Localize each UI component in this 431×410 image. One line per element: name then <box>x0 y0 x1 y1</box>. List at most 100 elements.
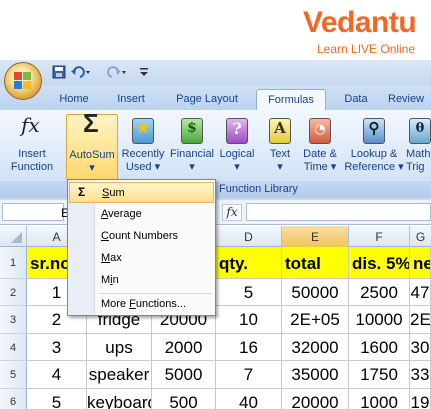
tab-home[interactable]: Home <box>52 89 96 110</box>
column-header-g[interactable]: G <box>410 226 431 247</box>
table-cell[interactable]: 47 <box>410 279 431 306</box>
math-book-icon: θ <box>406 116 431 146</box>
table-cell[interactable]: 19 <box>410 389 431 410</box>
recently-used-label1: Recently <box>121 148 165 160</box>
autosum-button[interactable]: Σ AutoSum ▾ <box>66 108 118 180</box>
logo-tagline: Learn LIVE Online <box>317 42 416 56</box>
menu-item-more-functions[interactable]: More Functions... <box>69 294 214 315</box>
table-cell[interactable]: 2000 <box>152 334 216 361</box>
menu-item-min[interactable]: Min <box>69 270 214 291</box>
table-cell[interactable]: 33 <box>410 361 431 389</box>
math-trig-label2: Trig <box>406 161 425 173</box>
table-cell[interactable]: 10 <box>216 306 282 334</box>
table-cell[interactable]: 1750 <box>349 361 410 389</box>
question-book-icon: ? <box>223 116 251 146</box>
sigma-icon: Σ <box>83 108 99 138</box>
name-box[interactable]: E <box>2 203 69 221</box>
text-button[interactable]: A Text ▾ <box>262 114 298 180</box>
tab-page-layout[interactable]: Page Layout <box>168 89 246 110</box>
table-cell[interactable]: 1000 <box>349 389 410 410</box>
chevron-down-icon: ▾ <box>89 162 95 174</box>
row-header-1[interactable]: 1 <box>0 247 27 279</box>
chevron-down-icon: ▾ <box>277 161 283 173</box>
table-cell[interactable]: 30 <box>410 334 431 361</box>
sigma-icon: Σ <box>78 185 86 199</box>
table-cell[interactable]: 20000 <box>282 389 349 410</box>
insert-function-label2: Function <box>10 161 54 173</box>
tab-data[interactable]: Data <box>334 89 378 110</box>
table-cell[interactable]: 16 <box>216 334 282 361</box>
recently-used-button[interactable]: ★ Recently Used ▾ <box>120 114 166 180</box>
table-cell[interactable]: 2500 <box>349 279 410 306</box>
text-book-icon: A <box>266 116 294 146</box>
row-header-5[interactable]: 5 <box>0 361 27 389</box>
select-all-corner[interactable] <box>0 226 27 247</box>
math-trig-label1: Math <box>406 148 431 160</box>
lookup-label2: Reference ▾ <box>344 161 404 173</box>
office-logo-icon <box>14 72 32 90</box>
tab-insert[interactable]: Insert <box>108 89 154 110</box>
row-header-6[interactable]: 6 <box>0 389 27 410</box>
fx-icon[interactable]: fx <box>222 204 242 221</box>
menu-item-sum[interactable]: Σ Sum <box>69 182 214 203</box>
insert-function-button[interactable]: fx Insert Function <box>6 114 58 180</box>
row-header-2[interactable]: 2 <box>0 279 27 306</box>
financial-book-icon: $ <box>178 116 206 146</box>
row-header-4[interactable]: 4 <box>0 334 27 361</box>
fx-icon: fx <box>21 113 40 137</box>
tab-review[interactable]: Review <box>388 89 431 110</box>
chevron-down-icon: ▾ <box>234 161 240 173</box>
column-header-f[interactable]: F <box>349 226 410 247</box>
header-cell[interactable]: total <box>282 247 349 279</box>
table-cell[interactable]: keyboard <box>87 389 152 410</box>
menu-item-count-numbers[interactable]: Count Numbers <box>69 226 214 247</box>
vedantu-logo: Vedantu Learn LIVE Online <box>303 6 421 56</box>
customize-toolbar-icon[interactable] <box>138 66 150 82</box>
table-cell[interactable]: 10000 <box>349 306 410 334</box>
row-header-3[interactable]: 3 <box>0 306 27 334</box>
menu-item-average[interactable]: Average <box>69 204 214 225</box>
table-cell[interactable]: 32000 <box>282 334 349 361</box>
table-cell[interactable]: 50000 <box>282 279 349 306</box>
redo-icon[interactable] <box>104 65 126 81</box>
table-cell[interactable]: 2E+05 <box>282 306 349 334</box>
table-cell[interactable]: 40 <box>216 389 282 410</box>
column-header-e[interactable]: E <box>282 226 349 247</box>
save-icon[interactable] <box>52 65 66 81</box>
table-cell[interactable]: 5 <box>216 279 282 306</box>
table-cell[interactable]: 4 <box>27 361 87 389</box>
magnifier-book-icon: ⚲ <box>360 116 388 146</box>
lookup-reference-button[interactable]: ⚲ Lookup & Reference ▾ <box>344 114 404 180</box>
header-cell[interactable]: qty. <box>216 247 282 279</box>
logical-button[interactable]: ? Logical ▾ <box>218 114 256 180</box>
tab-formulas[interactable]: Formulas <box>256 89 326 110</box>
table-cell[interactable]: 35000 <box>282 361 349 389</box>
formula-input[interactable] <box>246 203 431 221</box>
table-cell[interactable]: 1600 <box>349 334 410 361</box>
logical-label: Logical <box>219 148 255 160</box>
table-cell[interactable]: 5 <box>27 389 87 410</box>
recently-used-label2: Used ▾ <box>125 161 161 173</box>
column-header-d[interactable]: D <box>216 226 282 247</box>
autosum-label: AutoSum <box>69 149 115 161</box>
table-cell[interactable]: 2E <box>410 306 431 334</box>
header-cell[interactable]: dis. 5% <box>349 247 410 279</box>
financial-button[interactable]: $ Financial ▾ <box>168 114 216 180</box>
office-button[interactable] <box>4 62 42 100</box>
undo-icon[interactable] <box>70 65 92 81</box>
table-cell[interactable]: 5000 <box>152 361 216 389</box>
table-cell[interactable]: 3 <box>27 334 87 361</box>
math-trig-button[interactable]: θ Math Trig <box>406 114 431 180</box>
table-cell[interactable]: 500 <box>152 389 216 410</box>
table-cell[interactable]: speaker <box>87 361 152 389</box>
logo-brand: Vedantu <box>303 6 417 39</box>
date-time-label1: Date & <box>303 148 337 160</box>
clock-book-icon: ◔ <box>306 116 334 146</box>
table-cell[interactable]: ups <box>87 334 152 361</box>
table-cell[interactable]: 7 <box>216 361 282 389</box>
menu-item-max[interactable]: Max <box>69 248 214 269</box>
star-book-icon: ★ <box>129 116 157 146</box>
date-time-button[interactable]: ◔ Date & Time ▾ <box>298 114 342 180</box>
autosum-dropdown: Σ Sum Average Count Numbers Max Min More… <box>67 179 216 316</box>
header-cell[interactable]: ne <box>410 247 431 279</box>
